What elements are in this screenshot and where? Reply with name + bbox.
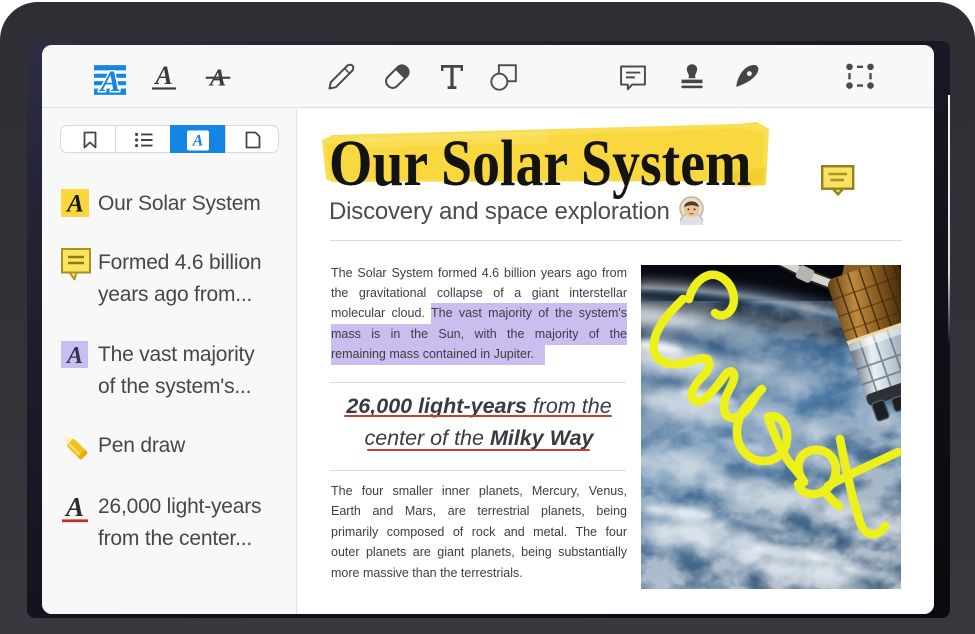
svg-text:A: A	[65, 343, 83, 368]
svg-text:A: A	[153, 62, 172, 90]
svg-text:A: A	[99, 66, 121, 96]
svg-text:A: A	[64, 493, 84, 522]
svg-text:A: A	[65, 191, 84, 218]
svg-text:A: A	[192, 132, 204, 149]
